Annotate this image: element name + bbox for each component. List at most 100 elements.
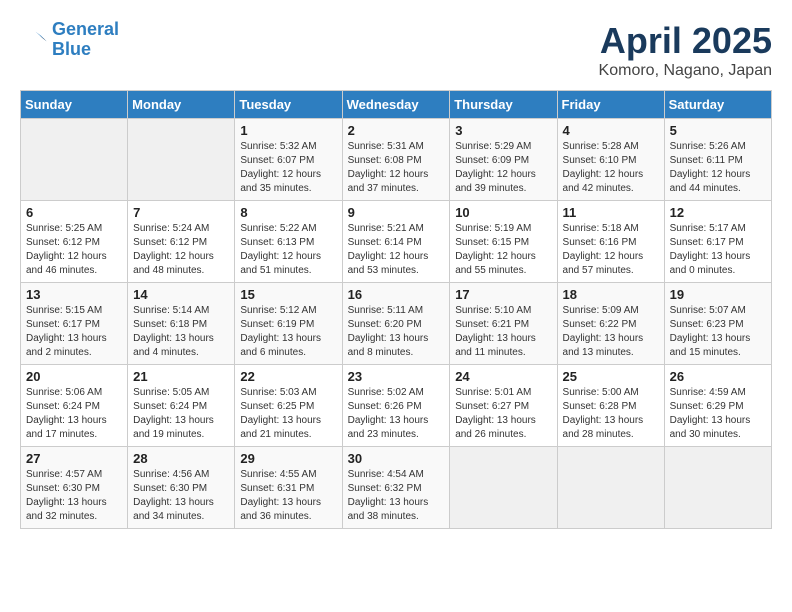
day-number: 6 xyxy=(26,205,122,220)
title-section: April 2025 Komoro, Nagano, Japan xyxy=(599,20,772,80)
day-number: 4 xyxy=(563,123,659,138)
day-number: 17 xyxy=(455,287,551,302)
calendar-cell: 8Sunrise: 5:22 AM Sunset: 6:13 PM Daylig… xyxy=(235,201,342,283)
day-number: 23 xyxy=(348,369,445,384)
weekday-header-monday: Monday xyxy=(128,91,235,119)
weekday-header-thursday: Thursday xyxy=(450,91,557,119)
weekday-header-row: SundayMondayTuesdayWednesdayThursdayFrid… xyxy=(21,91,772,119)
calendar-week-row: 1Sunrise: 5:32 AM Sunset: 6:07 PM Daylig… xyxy=(21,119,772,201)
calendar-cell: 16 Sunrise: 5:11 AM Sunset: 6:20 PM Dayli… xyxy=(342,283,450,365)
day-info: Sunrise: 5:21 AM Sunset: 6:14 PM Dayligh… xyxy=(348,222,445,278)
calendar-cell: 14Sunrise: 5:14 AM Sunset: 6:18 PM Dayli… xyxy=(128,283,235,365)
day-info: Sunrise: 5:28 AM Sunset: 6:10 PM Dayligh… xyxy=(563,140,659,196)
day-number: 22 xyxy=(240,369,336,384)
calendar-cell: 1Sunrise: 5:32 AM Sunset: 6:07 PM Daylig… xyxy=(235,119,342,201)
calendar-cell: 6 Sunrise: 5:25 AM Sunset: 6:12 PM Daylig… xyxy=(21,201,128,283)
calendar-cell: 2 Sunrise: 5:31 AM Sunset: 6:08 PM Daylig… xyxy=(342,119,450,201)
calendar-week-row: 27 Sunrise: 4:57 AM Sunset: 6:30 PM Dayli… xyxy=(21,447,772,529)
day-info: Sunrise: 5:05 AM Sunset: 6:24 PM Dayligh… xyxy=(133,386,229,442)
day-info: Sunrise: 5:25 AM Sunset: 6:12 PM Dayligh… xyxy=(26,222,122,278)
calendar-cell: 25 Sunrise: 5:00 AM Sunset: 6:28 PM Dayli… xyxy=(557,365,664,447)
calendar-title: April 2025 xyxy=(599,20,772,62)
day-number: 29 xyxy=(240,451,336,466)
day-number: 18 xyxy=(563,287,659,302)
day-info: Sunrise: 5:03 AM Sunset: 6:25 PM Dayligh… xyxy=(240,386,336,442)
day-info: Sunrise: 5:12 AM Sunset: 6:19 PM Dayligh… xyxy=(240,304,336,360)
day-info: Sunrise: 5:18 AM Sunset: 6:16 PM Dayligh… xyxy=(563,222,659,278)
day-number: 28 xyxy=(133,451,229,466)
calendar-cell: 30Sunrise: 4:54 AM Sunset: 6:32 PM Dayli… xyxy=(342,447,450,529)
calendar-cell: 12 Sunrise: 5:17 AM Sunset: 6:17 PM Dayli… xyxy=(664,201,771,283)
day-number: 25 xyxy=(563,369,659,384)
day-number: 10 xyxy=(455,205,551,220)
day-info: Sunrise: 4:55 AM Sunset: 6:31 PM Dayligh… xyxy=(240,468,336,524)
day-number: 7 xyxy=(133,205,229,220)
day-number: 16 xyxy=(348,287,445,302)
calendar-cell: 21 Sunrise: 5:05 AM Sunset: 6:24 PM Dayli… xyxy=(128,365,235,447)
day-info: Sunrise: 5:24 AM Sunset: 6:12 PM Dayligh… xyxy=(133,222,229,278)
day-info: Sunrise: 4:57 AM Sunset: 6:30 PM Dayligh… xyxy=(26,468,122,524)
calendar-cell: 11 Sunrise: 5:18 AM Sunset: 6:16 PM Dayli… xyxy=(557,201,664,283)
weekday-header-wednesday: Wednesday xyxy=(342,91,450,119)
day-info: Sunrise: 5:02 AM Sunset: 6:26 PM Dayligh… xyxy=(348,386,445,442)
day-info: Sunrise: 5:22 AM Sunset: 6:13 PM Dayligh… xyxy=(240,222,336,278)
calendar-cell xyxy=(450,447,557,529)
day-number: 24 xyxy=(455,369,551,384)
calendar-cell: 20 Sunrise: 5:06 AM Sunset: 6:24 PM Dayli… xyxy=(21,365,128,447)
calendar-cell: 10 Sunrise: 5:19 AM Sunset: 6:15 PM Dayli… xyxy=(450,201,557,283)
calendar-cell: 17 Sunrise: 5:10 AM Sunset: 6:21 PM Dayli… xyxy=(450,283,557,365)
day-info: Sunrise: 5:29 AM Sunset: 6:09 PM Dayligh… xyxy=(455,140,551,196)
day-number: 2 xyxy=(348,123,445,138)
calendar-cell: 4 Sunrise: 5:28 AM Sunset: 6:10 PM Daylig… xyxy=(557,119,664,201)
calendar-cell: 7 Sunrise: 5:24 AM Sunset: 6:12 PM Daylig… xyxy=(128,201,235,283)
day-info: Sunrise: 5:31 AM Sunset: 6:08 PM Dayligh… xyxy=(348,140,445,196)
calendar-cell: 9Sunrise: 5:21 AM Sunset: 6:14 PM Daylig… xyxy=(342,201,450,283)
day-info: Sunrise: 5:11 AM Sunset: 6:20 PM Dayligh… xyxy=(348,304,445,360)
calendar-cell xyxy=(21,119,128,201)
day-info: Sunrise: 5:26 AM Sunset: 6:11 PM Dayligh… xyxy=(670,140,766,196)
day-info: Sunrise: 4:56 AM Sunset: 6:30 PM Dayligh… xyxy=(133,468,229,524)
calendar-cell: 28 Sunrise: 4:56 AM Sunset: 6:30 PM Dayli… xyxy=(128,447,235,529)
day-number: 3 xyxy=(455,123,551,138)
weekday-header-sunday: Sunday xyxy=(21,91,128,119)
day-info: Sunrise: 5:19 AM Sunset: 6:15 PM Dayligh… xyxy=(455,222,551,278)
calendar-cell: 27 Sunrise: 4:57 AM Sunset: 6:30 PM Dayli… xyxy=(21,447,128,529)
day-info: Sunrise: 5:15 AM Sunset: 6:17 PM Dayligh… xyxy=(26,304,122,360)
header: General Blue April 2025 Komoro, Nagano, … xyxy=(20,20,772,80)
day-info: Sunrise: 4:54 AM Sunset: 6:32 PM Dayligh… xyxy=(348,468,445,524)
day-number: 27 xyxy=(26,451,122,466)
weekday-header-tuesday: Tuesday xyxy=(235,91,342,119)
day-info: Sunrise: 5:06 AM Sunset: 6:24 PM Dayligh… xyxy=(26,386,122,442)
calendar-cell: 26 Sunrise: 4:59 AM Sunset: 6:29 PM Dayli… xyxy=(664,365,771,447)
calendar-cell: 13Sunrise: 5:15 AM Sunset: 6:17 PM Dayli… xyxy=(21,283,128,365)
calendar-subtitle: Komoro, Nagano, Japan xyxy=(599,62,772,80)
day-number: 12 xyxy=(670,205,766,220)
day-number: 20 xyxy=(26,369,122,384)
calendar-cell: 24Sunrise: 5:01 AM Sunset: 6:27 PM Dayli… xyxy=(450,365,557,447)
day-info: Sunrise: 4:59 AM Sunset: 6:29 PM Dayligh… xyxy=(670,386,766,442)
calendar-cell: 15 Sunrise: 5:12 AM Sunset: 6:19 PM Dayli… xyxy=(235,283,342,365)
day-number: 11 xyxy=(563,205,659,220)
weekday-header-saturday: Saturday xyxy=(664,91,771,119)
logo-icon xyxy=(20,26,48,54)
day-info: Sunrise: 5:14 AM Sunset: 6:18 PM Dayligh… xyxy=(133,304,229,360)
day-info: Sunrise: 5:32 AM Sunset: 6:07 PM Dayligh… xyxy=(240,140,336,196)
day-number: 15 xyxy=(240,287,336,302)
calendar-cell: 5Sunrise: 5:26 AM Sunset: 6:11 PM Daylig… xyxy=(664,119,771,201)
calendar-cell: 19Sunrise: 5:07 AM Sunset: 6:23 PM Dayli… xyxy=(664,283,771,365)
calendar-cell: 18Sunrise: 5:09 AM Sunset: 6:22 PM Dayli… xyxy=(557,283,664,365)
calendar-cell: 29 Sunrise: 4:55 AM Sunset: 6:31 PM Dayli… xyxy=(235,447,342,529)
day-info: Sunrise: 5:07 AM Sunset: 6:23 PM Dayligh… xyxy=(670,304,766,360)
day-number: 26 xyxy=(670,369,766,384)
logo: General Blue xyxy=(20,20,119,60)
day-info: Sunrise: 5:17 AM Sunset: 6:17 PM Dayligh… xyxy=(670,222,766,278)
day-number: 21 xyxy=(133,369,229,384)
day-info: Sunrise: 5:10 AM Sunset: 6:21 PM Dayligh… xyxy=(455,304,551,360)
calendar-week-row: 6 Sunrise: 5:25 AM Sunset: 6:12 PM Daylig… xyxy=(21,201,772,283)
weekday-header-friday: Friday xyxy=(557,91,664,119)
day-info: Sunrise: 5:00 AM Sunset: 6:28 PM Dayligh… xyxy=(563,386,659,442)
calendar-cell: 23 Sunrise: 5:02 AM Sunset: 6:26 PM Dayli… xyxy=(342,365,450,447)
calendar-week-row: 13Sunrise: 5:15 AM Sunset: 6:17 PM Dayli… xyxy=(21,283,772,365)
calendar-table: SundayMondayTuesdayWednesdayThursdayFrid… xyxy=(20,90,772,529)
calendar-cell xyxy=(128,119,235,201)
